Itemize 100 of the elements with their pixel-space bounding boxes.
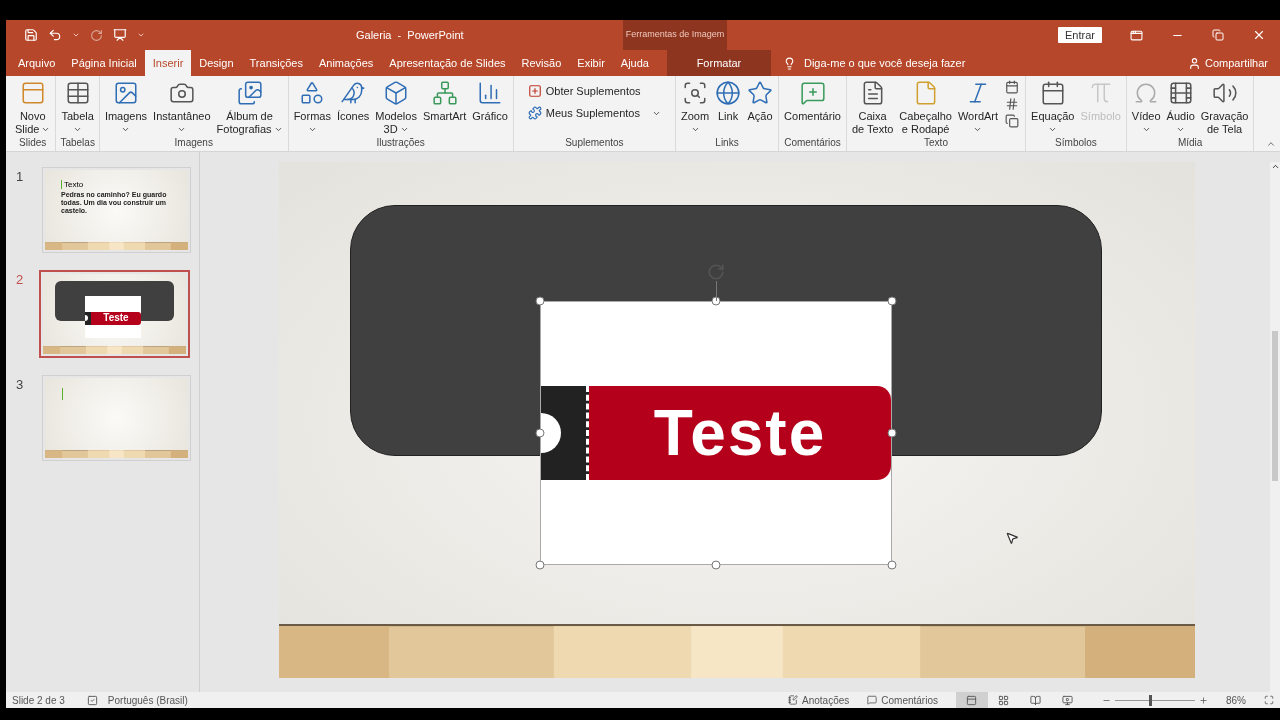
caret-icon (399, 125, 409, 134)
hash-icon[interactable] (1005, 97, 1020, 111)
zoom-thumb[interactable] (1149, 694, 1153, 706)
zoom-in-icon[interactable] (1199, 695, 1208, 705)
slide-number: 1 (16, 168, 25, 186)
ribbon-button[interactable]: Formas (290, 76, 334, 136)
scroll-thumb[interactable] (1272, 331, 1278, 481)
rotate-line (716, 281, 717, 301)
calendar-icon (1039, 80, 1066, 106)
restore-icon[interactable] (1212, 29, 1224, 41)
calendar-icon[interactable] (1005, 80, 1020, 94)
rotate-handle-icon[interactable] (707, 263, 725, 281)
resize-handle[interactable] (887, 296, 897, 306)
zoom-slider[interactable] (1115, 694, 1195, 706)
copy-icon[interactable] (1005, 114, 1020, 128)
ribbon-button[interactable]: Gráfico (469, 76, 511, 136)
group-label: Comentários (783, 136, 842, 150)
language-label[interactable]: Português (Brasil) (107, 692, 188, 708)
notes-button[interactable]: Anotações (788, 692, 850, 708)
ribbon-tab[interactable]: Inserir (144, 50, 192, 76)
ribbon-tab[interactable]: Formatar (666, 50, 771, 76)
reading-view-icon (1030, 694, 1042, 706)
resize-handle[interactable] (535, 296, 545, 306)
slide-thumbnail[interactable] (42, 375, 191, 461)
slide-number: 2 (16, 271, 25, 289)
ribbon-tab[interactable]: Animações (310, 50, 382, 76)
ribbon-tab[interactable]: Transições (241, 50, 311, 76)
resize-handle[interactable] (535, 428, 545, 438)
ribbon-button[interactable]: Caixa de Texto (848, 76, 897, 136)
mouse-pointer-icon (1005, 531, 1019, 545)
comment-icon (799, 80, 826, 106)
resize-handle[interactable] (711, 560, 721, 570)
selected-image[interactable]: Teste (540, 301, 892, 565)
share-button[interactable]: Compartilhar (1188, 50, 1268, 76)
person-icon (1188, 56, 1202, 70)
ribbon-button[interactable]: Áudio (1163, 76, 1198, 136)
tell-me-field[interactable]: Diga-me o que você deseja fazer (782, 50, 966, 76)
ribbon-button[interactable]: Vídeo (1128, 76, 1164, 136)
ribbon-button[interactable]: Tabela (58, 76, 97, 136)
notes-icon (788, 695, 798, 705)
ribbon-button[interactable]: Ação (744, 76, 777, 136)
ribbon-button[interactable]: Equação (1028, 76, 1078, 136)
scroll-up-icon[interactable] (1270, 162, 1280, 171)
film-icon (1167, 80, 1194, 106)
ribbon-tab[interactable]: Apresentação de Slides (381, 50, 514, 76)
ribbon-button[interactable]: WordArt (954, 76, 1002, 136)
ribbon-tab[interactable]: Revisão (513, 50, 570, 76)
caret-icon (121, 125, 131, 134)
ribbon-button[interactable]: Álbum de Fotografias (213, 76, 286, 136)
slide-thumbnail[interactable]: Teste (39, 270, 190, 358)
zoom-level[interactable]: 86% (1226, 692, 1246, 708)
collapse-icon[interactable] (1266, 139, 1276, 149)
images-icon (236, 80, 263, 106)
group-label: Tabelas (59, 136, 96, 150)
ribbon-button[interactable]: SmartArt (419, 76, 470, 136)
slideshow-icon (1062, 694, 1074, 706)
slide-number: 3 (16, 376, 25, 394)
sign-in-button[interactable]: Entrar (1058, 27, 1102, 43)
ribbon-button[interactable]: Cabeçalho e Rodapé (896, 76, 955, 136)
undo-icon[interactable] (48, 28, 62, 42)
panel-icon (19, 80, 46, 106)
file-tab[interactable]: Arquivo (10, 50, 64, 76)
cube-icon (383, 80, 410, 106)
presentation-icon[interactable] (113, 28, 127, 42)
ticket-label: Teste (653, 401, 827, 465)
ribbon-button[interactable]: Gravação de Tela (1197, 76, 1252, 136)
caret-icon (177, 125, 187, 134)
close-icon[interactable] (1252, 28, 1266, 42)
ribbon-button[interactable]: Novo Slide (12, 76, 54, 136)
ribbon-display-icon[interactable] (1130, 28, 1143, 42)
fit-icon[interactable] (1264, 695, 1274, 705)
context-group-label: Ferramentas de Imagem (625, 28, 725, 42)
ribbon-button[interactable]: Zoom (677, 76, 713, 136)
ribbon-button[interactable]: Instantâneo (150, 76, 214, 136)
ribbon-button[interactable]: Modelos 3D (372, 76, 420, 136)
ribbon-tab[interactable]: Página Inicial (63, 50, 145, 76)
ribbon-button[interactable]: Link (712, 76, 745, 136)
group-label: Símbolos (1054, 136, 1098, 150)
caret-icon[interactable] (72, 31, 80, 39)
ribbon-tab[interactable]: Design (191, 50, 242, 76)
caret-icon (1176, 125, 1186, 134)
resize-handle[interactable] (535, 560, 545, 570)
customize-icon[interactable] (137, 31, 145, 39)
ribbon-button[interactable]: Meus Suplementos (523, 102, 665, 124)
resize-handle[interactable] (887, 560, 897, 570)
window-title: Galeria - PowerPoint (356, 27, 465, 43)
ribbon-button[interactable]: Imagens (101, 76, 151, 136)
caret-icon (273, 125, 283, 134)
ribbon-button[interactable]: Ícones (333, 76, 373, 136)
view-button[interactable] (956, 692, 988, 708)
scan-icon (682, 80, 708, 106)
resize-handle[interactable] (887, 428, 897, 438)
ribbon-button[interactable]: Comentário (781, 76, 844, 136)
ribbon-button[interactable]: Obter Suplementos (523, 80, 665, 102)
spellcheck-icon[interactable] (86, 694, 98, 706)
save-icon[interactable] (24, 28, 38, 42)
ribbon-tab[interactable]: Exibir (569, 50, 613, 76)
ribbon-tab[interactable]: Ajuda (612, 50, 657, 76)
group-label: Ilustrações (375, 136, 426, 150)
comments-button[interactable]: Comentários (867, 692, 938, 708)
